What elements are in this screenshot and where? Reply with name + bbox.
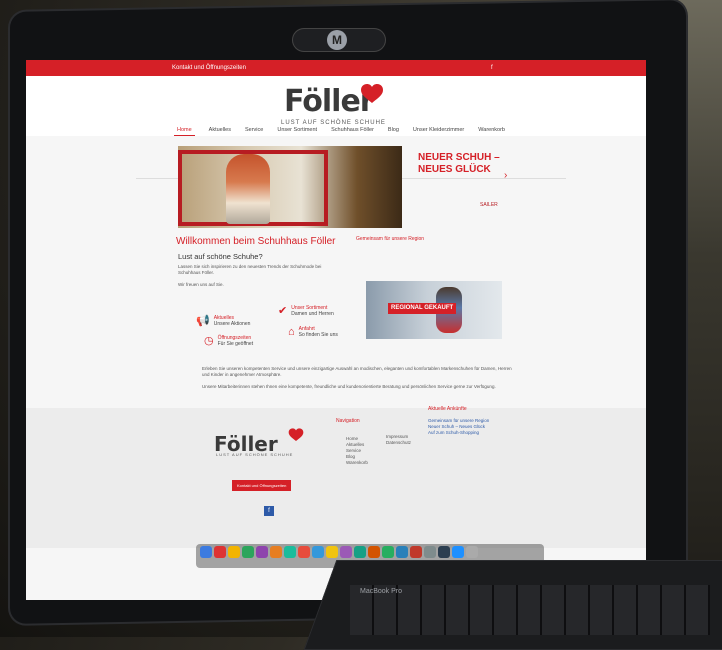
body-text-2: Unsere Mitarbeiterinnen stehen Ihnen ein…: [202, 384, 496, 389]
footer-slogan: LUST AUF SCHÖNE SCHUHE: [216, 452, 294, 457]
dock-app-icon[interactable]: [270, 546, 282, 558]
news-title[interactable]: Gemeinsam für unsere Region: [356, 236, 424, 242]
dock-app-icon[interactable]: [382, 546, 394, 558]
promo-line-1: NEUER SCHUH –: [418, 152, 500, 163]
clock-icon: ◷: [204, 335, 214, 347]
footer-nav-link[interactable]: Warenkorb: [346, 460, 368, 466]
dock-app-icon[interactable]: [242, 546, 254, 558]
footer-nav-title: Navigation: [336, 418, 360, 424]
footer-news-title: Aktuelle Ankünfte: [428, 406, 467, 412]
dock-app-icon[interactable]: [424, 546, 436, 558]
megaphone-icon: 📢: [196, 315, 210, 327]
promo-headline[interactable]: NEUER SCHUH – NEUES GLÜCK: [418, 152, 528, 176]
footer-nav-links[interactable]: Home Aktuelles Service Blog Warenkorb: [346, 436, 368, 466]
feature-anfahrt[interactable]: ⌂ Anfahrt So finden Sie uns: [288, 326, 338, 338]
house-icon: ⌂: [288, 326, 295, 338]
footer-nav-link[interactable]: Datenschutz: [386, 440, 411, 446]
nav-item-service[interactable]: Service: [245, 127, 263, 133]
main-nav: Home Aktuelles Service Unser Sortiment S…: [174, 123, 505, 137]
feature-sub: Damen und Herren: [291, 310, 334, 317]
feature-sub: Unsere Aktionen: [213, 320, 251, 327]
footer-heart-icon: [288, 428, 304, 441]
laptop-screen: Kontakt und Öffnungszeiten f Föller LUST…: [26, 60, 646, 600]
nav-item-home[interactable]: Home: [174, 125, 195, 136]
dock-app-icon[interactable]: [396, 546, 408, 558]
laptop-keys: [350, 585, 710, 635]
regional-banner[interactable]: REGIONAL GEKAUFT: [366, 281, 502, 339]
dock-app-icon[interactable]: [284, 546, 296, 558]
dock-app-icon[interactable]: [214, 546, 226, 558]
dock-app-icon[interactable]: [298, 546, 310, 558]
chevron-right-icon[interactable]: ›: [504, 170, 507, 181]
dock-app-icon[interactable]: [340, 546, 352, 558]
footer-news-links[interactable]: Gemeinsam für unsere Region Neuer Schuh …: [428, 418, 489, 436]
nav-item-kleiderzimmer[interactable]: Unser Kleiderzimmer: [413, 127, 464, 133]
feature-label: Öffnungszeiten: [217, 334, 252, 341]
facebook-icon[interactable]: f: [491, 60, 493, 76]
dock-app-icon[interactable]: [452, 546, 464, 558]
body-text-1: Erleben Sie unseren kompetenten Service …: [202, 366, 512, 377]
dock-app-icon[interactable]: [200, 546, 212, 558]
nav-item-blog[interactable]: Blog: [388, 127, 399, 133]
feature-oeffnungszeiten[interactable]: ◷ Öffnungszeiten Für Sie geöffnet: [204, 334, 254, 348]
site-footer: [26, 408, 646, 548]
dock-app-icon[interactable]: [466, 546, 478, 558]
footer-facebook-icon[interactable]: f: [264, 506, 274, 516]
nav-item-sortiment[interactable]: Unser Sortiment: [277, 127, 317, 133]
footer-news-link[interactable]: Auf zum Schuh-Shopping: [428, 430, 489, 436]
nav-item-aktuelles[interactable]: Aktuelles: [209, 127, 231, 133]
welcome-title: Willkommen beim Schuhhaus Föller: [176, 236, 336, 247]
contact-link[interactable]: Kontakt und Öffnungszeiten: [172, 60, 246, 76]
hero-woman-figure: [226, 154, 270, 224]
footer-nav-links-2[interactable]: Impressum Datenschutz: [386, 434, 411, 446]
footer-contact-button[interactable]: Kontakt und Öffnungszeiten: [232, 480, 292, 491]
promo-line-2: NEUES GLÜCK: [418, 164, 491, 175]
dock-app-icon[interactable]: [326, 546, 338, 558]
nav-item-warenkorb[interactable]: Warenkorb: [478, 127, 505, 133]
regional-badge: REGIONAL GEKAUFT: [388, 303, 457, 314]
dock-app-icon[interactable]: [256, 546, 268, 558]
nav-item-schuhhaus[interactable]: Schuhhaus Föller: [331, 127, 374, 133]
welcome-greeting: Wir freuen uns auf Sie.: [178, 282, 224, 287]
check-icon: ✔: [278, 305, 288, 317]
webcam-cover-icon: M: [327, 30, 347, 50]
feature-sub: Für Sie geöffnet: [217, 340, 254, 347]
sailer-badge: SAILER: [480, 202, 498, 208]
dock-app-icon[interactable]: [312, 546, 324, 558]
device-brand-label: MacBook Pro: [360, 588, 403, 595]
feature-aktuelles[interactable]: 📢 Aktuelles Unsere Aktionen: [196, 314, 251, 328]
welcome-subtitle: Lust auf schöne Schuhe?: [178, 252, 263, 261]
feature-sub: So finden Sie uns: [298, 332, 338, 338]
dock-app-icon[interactable]: [368, 546, 380, 558]
dock-app-icon[interactable]: [438, 546, 450, 558]
dock-app-icon[interactable]: [410, 546, 422, 558]
dock-app-icon[interactable]: [354, 546, 366, 558]
heart-icon: [361, 84, 383, 103]
feature-sortiment[interactable]: ✔ Unser Sortiment Damen und Herren: [278, 304, 334, 318]
top-contact-bar: Kontakt und Öffnungszeiten f: [26, 60, 646, 76]
dock-app-icon[interactable]: [228, 546, 240, 558]
welcome-intro: Lassen Sie sich inspirieren zu den neues…: [178, 264, 322, 275]
